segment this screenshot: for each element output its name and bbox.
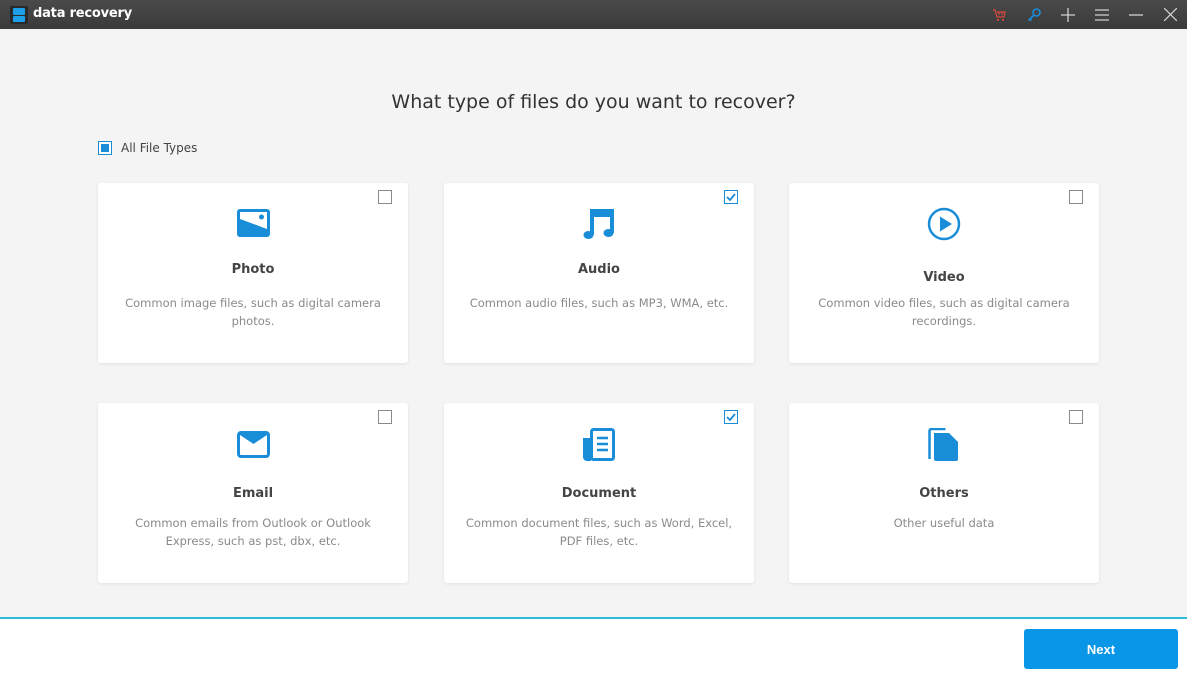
card-title: Others [919,486,969,501]
add-button[interactable] [1051,0,1085,29]
document-checkbox[interactable] [724,410,738,424]
card-description: Common document files, such as Word, Exc… [465,516,733,548]
card-description: Other useful data [893,516,995,530]
minimize-button[interactable] [1119,0,1153,29]
app-title: data recovery [33,6,133,21]
card-audio[interactable]: Audio Common audio files, such as MP3, W… [444,183,754,363]
cart-icon [993,8,1006,21]
footer-bar: Next [0,617,1187,680]
envelope-icon [236,431,270,458]
card-document[interactable]: Document Common document files, such as … [444,403,754,583]
close-icon [1163,8,1177,21]
page-heading: What type of files do you want to recove… [391,91,796,113]
card-description: Common emails from Outlook or Outlook Ex… [135,516,371,548]
app-logo-icon [10,6,28,24]
card-title: Email [232,486,274,501]
play-icon [927,207,961,241]
register-button[interactable] [1017,0,1051,29]
photo-icon [236,209,270,237]
title-bar: data recovery [0,0,1187,29]
close-button[interactable] [1153,0,1187,29]
card-description: Common video files, such as digital came… [818,296,1070,328]
music-note-icon [583,209,614,239]
next-button[interactable]: Next [1024,629,1178,669]
checkmark-icon [726,413,736,421]
video-checkbox[interactable] [1069,190,1083,204]
card-others[interactable]: Others Other useful data [789,403,1099,583]
all-file-types-label: All File Types [121,141,198,155]
plus-icon [1061,7,1075,22]
card-title: Document [561,486,637,501]
checkmark-icon [726,193,736,201]
cart-button[interactable] [983,0,1017,29]
others-checkbox[interactable] [1069,410,1083,424]
photo-checkbox[interactable] [378,190,392,204]
key-icon [1027,7,1041,21]
files-icon [928,428,958,461]
menu-icon [1095,8,1109,21]
card-photo[interactable]: Photo Common image files, such as digita… [98,183,408,363]
all-file-types-checkbox[interactable]: All File Types [98,141,197,155]
menu-button[interactable] [1085,0,1119,29]
card-description: Common image files, such as digital came… [125,296,381,328]
card-email[interactable]: Email Common emails from Outlook or Outl… [98,403,408,583]
card-video[interactable]: Video Common video files, such as digita… [789,183,1099,363]
card-title: Video [923,270,965,285]
card-title: Audio [577,262,620,277]
minimize-icon [1129,13,1143,16]
card-description: Common audio files, such as MP3, WMA, et… [469,296,729,310]
email-checkbox[interactable] [378,410,392,424]
audio-checkbox[interactable] [724,190,738,204]
all-file-types-check-box[interactable] [98,141,112,155]
card-title: Photo [231,262,275,277]
document-icon [583,428,615,461]
